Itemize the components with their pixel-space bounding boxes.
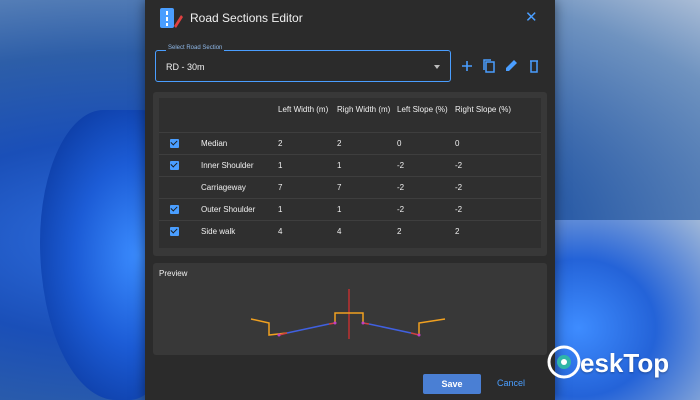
- row-right-width: 4: [337, 227, 342, 236]
- table-row: Carriageway 7 7 -2 -2: [159, 176, 541, 199]
- row-name: Outer Shoulder: [201, 205, 256, 214]
- row-left-slope: -2: [397, 183, 405, 192]
- row-name: Side walk: [201, 227, 236, 236]
- row-left-slope: 0: [397, 139, 402, 148]
- delete-icon[interactable]: [526, 58, 542, 74]
- copy-icon[interactable]: [481, 58, 497, 74]
- row-right-slope: 2: [455, 227, 460, 236]
- app-road-icon: [160, 8, 183, 28]
- table-row: Median 2 2 0 0: [159, 132, 541, 155]
- table-row: Side walk 4 4 2 2: [159, 220, 541, 243]
- row-right-width: 1: [337, 161, 342, 170]
- row-right-slope: -2: [455, 183, 463, 192]
- row-left-width: 7: [278, 183, 283, 192]
- left-carriageway: [286, 323, 330, 334]
- row-right-slope: -2: [455, 205, 463, 214]
- road-section-select-label: Select Road Section: [166, 45, 225, 51]
- row-right-width: 2: [337, 139, 342, 148]
- road-section-select[interactable]: Select Road Section RD - 30m: [155, 45, 451, 82]
- close-icon[interactable]: ✕: [525, 8, 538, 26]
- row-right-slope: -2: [455, 161, 463, 170]
- road-sections-editor-dialog: Road Sections Editor ✕ Select Road Secti…: [145, 0, 555, 400]
- row-right-width: 7: [337, 183, 342, 192]
- row-right-width: 1: [337, 205, 342, 214]
- row-name: Carriageway: [201, 183, 246, 192]
- table-row: Inner Shoulder 1 1 -2 -2: [159, 154, 541, 177]
- row-left-width: 4: [278, 227, 283, 236]
- right-sidewalk: [418, 318, 446, 335]
- header-right-slope: Right Slope (%): [455, 105, 512, 114]
- preview-panel: Preview: [153, 263, 547, 355]
- row-left-slope: -2: [397, 205, 405, 214]
- row-checkbox[interactable]: [170, 227, 179, 236]
- row-name: Median: [201, 139, 228, 148]
- road-cross-section-preview: [250, 289, 446, 339]
- row-left-width: 2: [278, 139, 283, 148]
- edit-icon[interactable]: [503, 58, 519, 74]
- road-section-table-panel: Left Width (m) Righ Width (m) Left Slope…: [153, 92, 547, 256]
- row-checkbox[interactable]: [170, 161, 179, 170]
- cancel-button[interactable]: Cancel: [497, 378, 525, 388]
- chevron-down-icon: [434, 65, 440, 69]
- row-left-width: 1: [278, 161, 283, 170]
- add-icon[interactable]: [459, 58, 475, 74]
- table-row: Outer Shoulder 1 1 -2 -2: [159, 198, 541, 221]
- row-checkbox[interactable]: [170, 205, 179, 214]
- left-sidewalk: [250, 318, 288, 336]
- row-left-width: 1: [278, 205, 283, 214]
- row-right-slope: 0: [455, 139, 460, 148]
- row-name: Inner Shoulder: [201, 161, 254, 170]
- dialog-title: Road Sections Editor: [190, 11, 303, 25]
- road-section-table: Left Width (m) Righ Width (m) Left Slope…: [159, 98, 541, 248]
- save-button[interactable]: Save: [423, 374, 481, 394]
- right-carriageway: [368, 323, 412, 334]
- row-left-slope: -2: [397, 161, 405, 170]
- row-checkbox[interactable]: [170, 139, 179, 148]
- watermark-text: eskTop: [580, 348, 670, 378]
- road-section-select-value: RD - 30m: [166, 62, 205, 72]
- row-left-slope: 2: [397, 227, 402, 236]
